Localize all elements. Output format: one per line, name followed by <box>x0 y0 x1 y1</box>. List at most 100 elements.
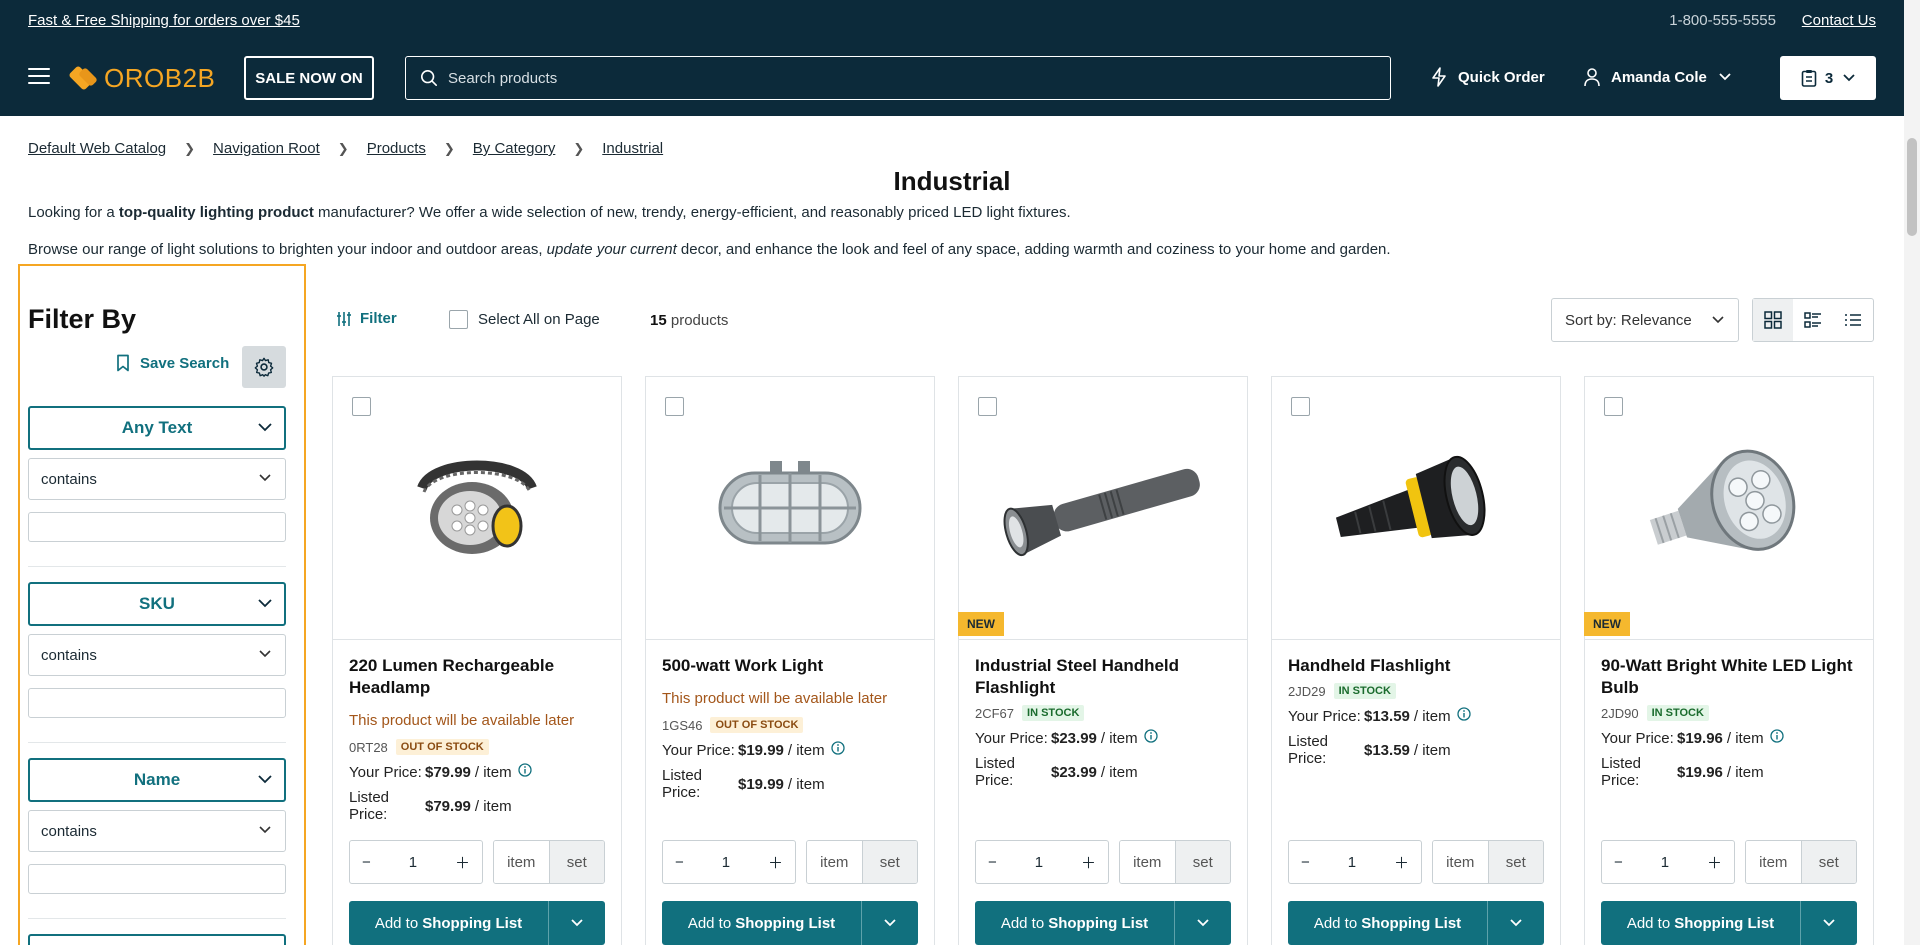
info-icon[interactable] <box>1143 729 1158 747</box>
chevron-down-icon <box>258 775 272 784</box>
sale-now-on-button[interactable]: SALE NOW ON <box>244 56 374 100</box>
minus-icon[interactable]: − <box>1301 854 1310 871</box>
unit-set-option[interactable]: set <box>1801 841 1856 883</box>
filter-toggle-next[interactable] <box>28 934 286 945</box>
hamburger-menu-icon[interactable] <box>28 68 50 86</box>
filter-value-input[interactable] <box>28 512 286 542</box>
quantity-value[interactable]: 1 <box>1035 854 1043 871</box>
product-select-checkbox[interactable] <box>1604 397 1623 416</box>
site-logo[interactable]: OROB2B <box>68 60 215 96</box>
operator-select[interactable]: contains <box>28 458 286 500</box>
plus-icon[interactable]: ＋ <box>1394 852 1409 873</box>
shopping-list-dropdown[interactable] <box>1488 901 1544 945</box>
product-name-link[interactable]: Handheld Flashlight <box>1288 655 1544 677</box>
minus-icon[interactable]: − <box>988 854 997 871</box>
breadcrumb-link[interactable]: Products <box>367 140 426 157</box>
add-to-shopping-list-main[interactable]: Add to Shopping List <box>1601 901 1801 945</box>
info-icon[interactable] <box>1769 729 1784 747</box>
sort-select[interactable]: Sort by: Relevance <box>1551 298 1739 342</box>
breadcrumb-link[interactable]: Navigation Root <box>213 140 320 157</box>
operator-select[interactable]: contains <box>28 810 286 852</box>
filter-value-input[interactable] <box>28 688 286 718</box>
product-name-link[interactable]: 90-Watt Bright White LED Light Bulb <box>1601 655 1857 699</box>
add-to-shopping-list-main[interactable]: Add to Shopping List <box>662 901 862 945</box>
unit-item-option[interactable]: item <box>494 841 550 883</box>
shopping-list-dropdown[interactable] <box>862 901 918 945</box>
filter-settings-button[interactable] <box>242 346 286 388</box>
unit-set-option[interactable]: set <box>549 841 604 883</box>
sku: 0RT28 <box>349 739 388 755</box>
plus-icon[interactable]: ＋ <box>1081 852 1096 873</box>
unit-set-option[interactable]: set <box>862 841 917 883</box>
add-to-shopping-list-main[interactable]: Add to Shopping List <box>349 901 549 945</box>
operator-select[interactable]: contains <box>28 634 286 676</box>
unit-item-option[interactable]: item <box>1746 841 1802 883</box>
select-all-checkbox[interactable] <box>449 310 468 329</box>
product-select-checkbox[interactable] <box>1291 397 1310 416</box>
top-bar: Fast & Free Shipping for orders over $45… <box>28 12 1876 32</box>
filter-toggle-name[interactable]: Name <box>28 758 286 802</box>
product-image[interactable] <box>333 377 621 640</box>
breadcrumb-link[interactable]: Industrial <box>602 140 663 157</box>
unit-set-option[interactable]: set <box>1175 841 1230 883</box>
shopping-list-dropdown[interactable] <box>1175 901 1231 945</box>
compact-view-button[interactable] <box>1833 299 1873 341</box>
save-search-button[interactable]: Save Search <box>116 354 229 372</box>
minus-icon[interactable]: − <box>675 854 684 871</box>
minus-icon[interactable]: − <box>1614 854 1623 871</box>
product-image[interactable] <box>959 377 1247 640</box>
product-name-link[interactable]: Industrial Steel Handheld Flashlight <box>975 655 1231 699</box>
contact-us-link[interactable]: Contact Us <box>1802 12 1876 29</box>
product-image[interactable] <box>646 377 934 640</box>
plus-icon[interactable]: ＋ <box>768 852 783 873</box>
unit-item-option[interactable]: item <box>1120 841 1176 883</box>
plus-icon[interactable]: ＋ <box>455 852 470 873</box>
list-view-button[interactable] <box>1793 299 1833 341</box>
unit-item-option[interactable]: item <box>1433 841 1489 883</box>
quantity-value[interactable]: 1 <box>1661 854 1669 871</box>
product-select-checkbox[interactable] <box>665 397 684 416</box>
filter-value-input[interactable] <box>28 864 286 894</box>
unit-set-option[interactable]: set <box>1488 841 1543 883</box>
unit-selector: item set <box>1119 840 1231 884</box>
shopping-list-dropdown[interactable] <box>1801 901 1857 945</box>
quantity-stepper: − 1 ＋ <box>349 840 483 884</box>
unit-item-option[interactable]: item <box>807 841 863 883</box>
info-icon[interactable] <box>517 763 532 781</box>
user-menu[interactable]: Amanda Cole <box>1583 67 1741 87</box>
grid-view-button[interactable] <box>1753 299 1793 341</box>
product-select-checkbox[interactable] <box>352 397 371 416</box>
product-select-checkbox[interactable] <box>978 397 997 416</box>
product-image[interactable] <box>1585 377 1873 640</box>
filter-toggle-any-text[interactable]: Any Text <box>28 406 286 450</box>
add-to-shopping-list-main[interactable]: Add to Shopping List <box>975 901 1175 945</box>
chevron-down-icon <box>571 919 583 927</box>
add-to-shopping-list-main[interactable]: Add to Shopping List <box>1288 901 1488 945</box>
select-all-on-page[interactable]: Select All on Page <box>449 310 600 329</box>
scrollbar-thumb[interactable] <box>1907 138 1917 236</box>
quantity-value[interactable]: 1 <box>722 854 730 871</box>
filter-toggle-button[interactable]: Filter <box>336 310 397 327</box>
plus-icon[interactable]: ＋ <box>1707 852 1722 873</box>
breadcrumb-link[interactable]: Default Web Catalog <box>28 140 166 157</box>
sku: 2JD90 <box>1601 705 1639 721</box>
breadcrumb-link[interactable]: By Category <box>473 140 556 157</box>
view-switcher <box>1752 298 1874 342</box>
search-input[interactable] <box>448 69 1348 87</box>
chevron-down-icon <box>1712 316 1724 324</box>
quick-order-link[interactable]: Quick Order <box>1430 67 1545 87</box>
minus-icon[interactable]: − <box>362 854 371 871</box>
quantity-value[interactable]: 1 <box>1348 854 1356 871</box>
filter-toggle-sku[interactable]: SKU <box>28 582 286 626</box>
product-image[interactable] <box>1272 377 1560 640</box>
product-name-link[interactable]: 500-watt Work Light <box>662 655 918 677</box>
info-icon[interactable] <box>1456 707 1471 725</box>
shipping-promo-link[interactable]: Fast & Free Shipping for orders over $45 <box>28 12 300 29</box>
shopping-list-button[interactable]: 3 <box>1780 56 1876 100</box>
quantity-value[interactable]: 1 <box>409 854 417 871</box>
page-scrollbar[interactable] <box>1904 0 1920 945</box>
product-name-link[interactable]: 220 Lumen Rechargeable Headlamp <box>349 655 605 699</box>
product-card: Handheld Flashlight 2JD29 IN STOCK Your P… <box>1271 376 1561 945</box>
info-icon[interactable] <box>830 741 845 759</box>
shopping-list-dropdown[interactable] <box>549 901 605 945</box>
